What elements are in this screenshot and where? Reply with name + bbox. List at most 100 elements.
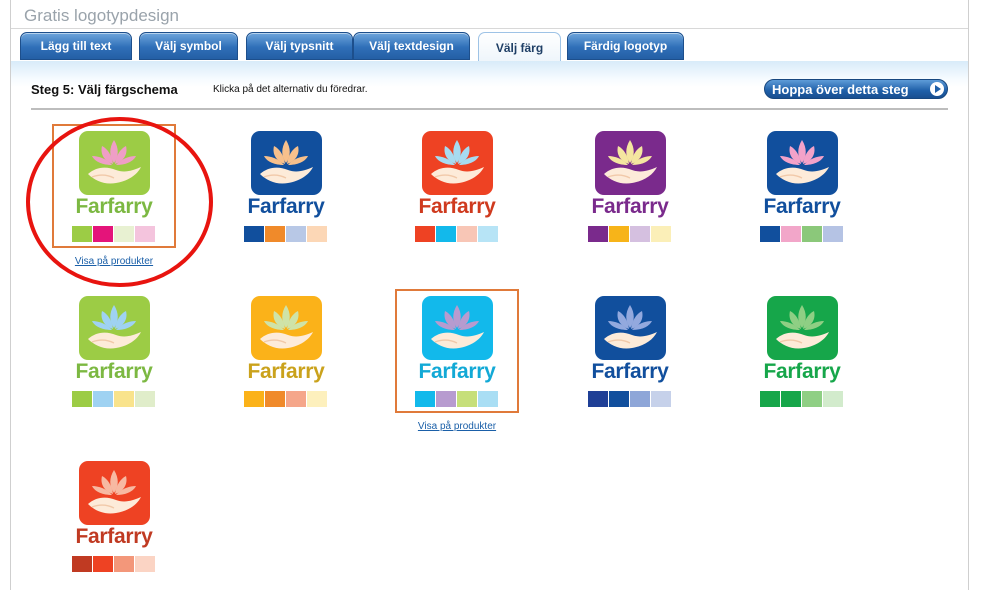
tab-choose-symbol[interactable]: Välj symbol [139, 32, 238, 60]
color-swatch [93, 391, 113, 407]
color-swatches [760, 226, 844, 242]
color-swatches [72, 391, 156, 407]
show-on-products-link[interactable]: Visa på produkter [397, 421, 517, 432]
logo-brand-name: Farfarry [763, 195, 841, 218]
tab-choose-color[interactable]: Välj färg [478, 32, 561, 62]
color-scheme-option[interactable]: Farfarry [226, 291, 346, 411]
skip-step-button[interactable]: Hoppa över detta steg [764, 79, 948, 99]
color-swatch [307, 226, 327, 242]
header-divider [31, 108, 948, 110]
logo-brand-name: Farfarry [591, 195, 669, 218]
color-swatch [588, 226, 608, 242]
lotus-hand-icon [422, 131, 493, 195]
color-swatch [802, 226, 822, 242]
color-scheme-option[interactable]: Farfarry [52, 124, 176, 248]
color-swatch [286, 226, 306, 242]
arrow-right-icon [930, 82, 944, 96]
color-swatch [415, 391, 435, 407]
color-swatch [244, 391, 264, 407]
color-swatch [72, 556, 92, 572]
color-swatch [457, 226, 477, 242]
color-swatch [93, 556, 113, 572]
color-swatch [135, 226, 155, 242]
color-swatches [588, 391, 672, 407]
color-swatches [415, 226, 499, 242]
color-swatch [630, 226, 650, 242]
tab-choose-font[interactable]: Välj typsnitt [246, 32, 353, 60]
color-swatches [415, 391, 499, 407]
color-swatch [760, 391, 780, 407]
lotus-hand-icon [595, 131, 666, 195]
lotus-hand-icon [79, 131, 150, 195]
logo-brand-name: Farfarry [418, 195, 496, 218]
color-swatch [823, 226, 843, 242]
lotus-hand-icon [767, 296, 838, 360]
show-on-products-link[interactable]: Visa på produkter [54, 256, 174, 267]
lotus-hand-icon [422, 296, 493, 360]
tab-add-text[interactable]: Lägg till text [20, 32, 132, 60]
tab-finished-logo[interactable]: Färdig logotyp [567, 32, 684, 60]
color-swatch [436, 226, 456, 242]
color-scheme-option[interactable]: Farfarry [226, 126, 346, 246]
color-swatches [244, 226, 328, 242]
color-swatches [72, 556, 156, 572]
app-title: Gratis logotypdesign [24, 6, 179, 25]
color-swatches [72, 226, 156, 242]
lotus-hand-icon [79, 461, 150, 525]
color-swatch [609, 226, 629, 242]
color-swatch [244, 226, 264, 242]
color-scheme-option[interactable]: Farfarry [54, 456, 174, 576]
lotus-hand-icon [767, 131, 838, 195]
lotus-hand-icon [79, 296, 150, 360]
logo-brand-name: Farfarry [75, 525, 153, 548]
color-swatch [802, 391, 822, 407]
color-swatch [760, 226, 780, 242]
color-swatches [588, 226, 672, 242]
color-swatch [286, 391, 306, 407]
color-swatch [609, 391, 629, 407]
color-swatch [72, 226, 92, 242]
skip-step-label: Hoppa över detta steg [772, 81, 909, 97]
color-scheme-option[interactable]: Farfarry [395, 289, 519, 413]
tab-choose-text-design[interactable]: Välj textdesign [353, 32, 470, 60]
color-scheme-option[interactable]: Farfarry [742, 291, 862, 411]
color-swatch [265, 391, 285, 407]
lotus-hand-icon [595, 296, 666, 360]
color-swatch [114, 391, 134, 407]
color-swatch [135, 391, 155, 407]
color-scheme-option[interactable]: Farfarry [570, 291, 690, 411]
color-swatch [823, 391, 843, 407]
color-swatch [478, 226, 498, 242]
color-swatches [760, 391, 844, 407]
wizard-tabs: Lägg till text Välj symbol Välj typsnitt… [11, 29, 968, 63]
color-swatch [135, 556, 155, 572]
logo-brand-name: Farfarry [247, 360, 325, 383]
color-swatch [651, 391, 671, 407]
color-swatch [415, 226, 435, 242]
color-swatch [72, 391, 92, 407]
color-swatch [114, 226, 134, 242]
color-swatch [457, 391, 477, 407]
logo-brand-name: Farfarry [591, 360, 669, 383]
color-swatch [630, 391, 650, 407]
color-swatches [244, 391, 328, 407]
logo-brand-name: Farfarry [418, 360, 496, 383]
color-swatch [651, 226, 671, 242]
color-scheme-option[interactable]: Farfarry [54, 291, 174, 411]
logo-brand-name: Farfarry [763, 360, 841, 383]
color-swatch [781, 226, 801, 242]
color-scheme-option[interactable]: Farfarry [742, 126, 862, 246]
logo-brand-name: Farfarry [75, 195, 153, 218]
logo-brand-name: Farfarry [247, 195, 325, 218]
color-swatch [478, 391, 498, 407]
step-hint: Klicka på det alternativ du föredrar. [213, 84, 368, 95]
color-scheme-option[interactable]: Farfarry [570, 126, 690, 246]
color-swatch [436, 391, 456, 407]
step-title: Steg 5: Välj färgschema [31, 82, 178, 97]
lotus-hand-icon [251, 131, 322, 195]
color-scheme-option[interactable]: Farfarry [397, 126, 517, 246]
lotus-hand-icon [251, 296, 322, 360]
color-swatch [781, 391, 801, 407]
color-swatch [265, 226, 285, 242]
color-swatch [307, 391, 327, 407]
